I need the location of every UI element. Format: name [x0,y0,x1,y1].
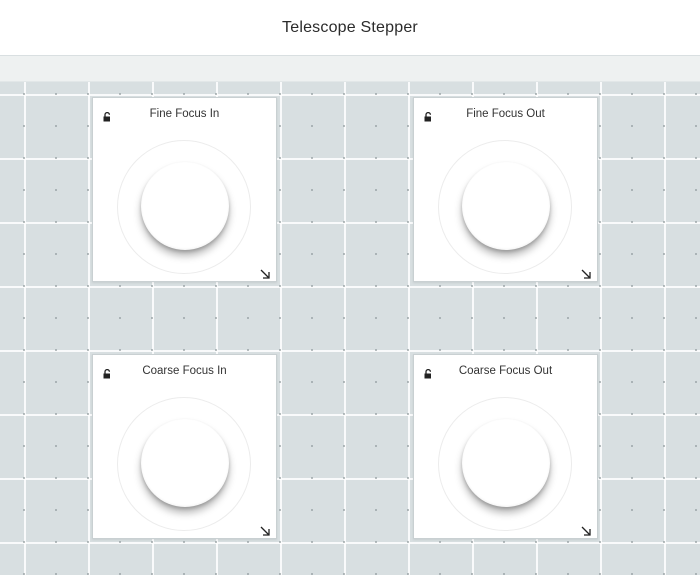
resize-handle-icon[interactable] [260,266,270,279]
widget-label: Fine Focus In [149,108,220,120]
widget-label: Coarse Focus In [142,365,227,377]
widget-fine-focus-out: Fine Focus Out [413,97,598,282]
dashboard-grid: Fine Focus In Fine Focus Out Coarse Focu… [0,82,700,575]
fine-focus-out-button[interactable] [462,162,550,250]
app-header: Telescope Stepper [0,0,700,56]
widget-label: Fine Focus Out [466,108,545,120]
coarse-focus-out-button[interactable] [462,419,550,507]
resize-handle-icon[interactable] [581,266,591,279]
resize-handle-icon[interactable] [260,523,270,536]
fine-focus-in-button[interactable] [141,162,229,250]
toolbar-strip [0,56,700,82]
coarse-focus-in-button[interactable] [141,419,229,507]
widget-fine-focus-in: Fine Focus In [92,97,277,282]
resize-handle-icon[interactable] [581,523,591,536]
widget-label: Coarse Focus Out [458,365,553,377]
widget-coarse-focus-in: Coarse Focus In [92,354,277,539]
app-title: Telescope Stepper [282,18,418,36]
widget-coarse-focus-out: Coarse Focus Out [413,354,598,539]
